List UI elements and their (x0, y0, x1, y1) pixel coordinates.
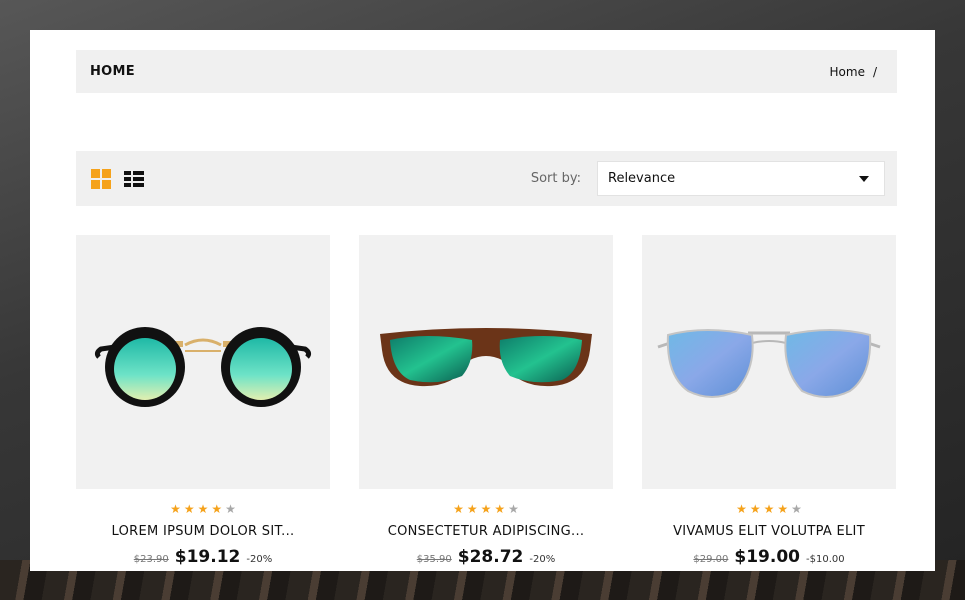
star-icon: ★ (466, 502, 478, 516)
list-view-button[interactable] (123, 168, 145, 190)
aviator-sunglasses-image (657, 329, 881, 398)
price-row: $35.90 $28.72 -20% (359, 547, 613, 567)
star-icon: ★ (197, 502, 209, 516)
rating-stars: ★ ★ ★ ★ ★ (359, 503, 613, 515)
star-empty-icon: ★ (225, 502, 236, 516)
current-price: $28.72 (457, 547, 524, 567)
star-icon: ★ (736, 502, 747, 516)
breadcrumb-separator: / (872, 64, 877, 79)
star-icon: ★ (749, 502, 761, 516)
star-icon: ★ (480, 502, 492, 516)
product-image[interactable] (76, 235, 330, 489)
price-row: $23.90 $19.12 -20% (76, 547, 330, 567)
caret-down-icon (859, 175, 869, 182)
product-card: ★ ★ ★ ★ ★ VIVAMUS ELIT VOLUTPA ELIT $29.… (642, 235, 896, 567)
product-grid: ★ ★ ★ ★ ★ LOREM IPSUM DOLOR SIT... $23.9… (76, 235, 897, 567)
product-card: ★ ★ ★ ★ ★ LOREM IPSUM DOLOR SIT... $23.9… (76, 235, 330, 567)
current-price: $19.00 (734, 547, 800, 567)
discount-badge: -$10.00 (806, 554, 845, 565)
product-image[interactable] (359, 235, 613, 489)
breadcrumb: HOME Home / (76, 50, 897, 93)
star-icon: ★ (170, 502, 181, 516)
sport-sunglasses-image (380, 328, 592, 387)
old-price: $23.90 (133, 554, 169, 565)
list-icon (124, 170, 144, 187)
old-price: $29.00 (693, 554, 729, 565)
star-icon: ★ (777, 502, 789, 516)
star-icon: ★ (183, 502, 195, 516)
old-price: $35.90 (416, 554, 452, 565)
product-name[interactable]: CONSECTETUR ADIPISCING... (359, 524, 613, 539)
star-empty-icon: ★ (508, 502, 519, 516)
product-toolbar: Sort by: Relevance (76, 151, 897, 206)
round-sunglasses-image (94, 327, 312, 407)
star-empty-icon: ★ (791, 502, 802, 516)
rating-stars: ★ ★ ★ ★ ★ (76, 503, 330, 515)
sort-selected-value: Relevance (608, 171, 676, 186)
star-icon: ★ (453, 502, 464, 516)
sort-label: Sort by: (530, 171, 581, 186)
current-price: $19.12 (174, 547, 241, 567)
page-title: HOME (90, 64, 135, 79)
product-image[interactable] (642, 235, 896, 489)
content-panel: HOME Home / Sort by: Relevance ★ ★ ★ ★ ★… (30, 30, 935, 571)
discount-badge: -20% (246, 554, 273, 565)
sort-dropdown[interactable]: Relevance (597, 161, 885, 196)
star-icon: ★ (763, 502, 775, 516)
product-card: ★ ★ ★ ★ ★ CONSECTETUR ADIPISCING... $35.… (359, 235, 613, 567)
rating-stars: ★ ★ ★ ★ ★ (642, 503, 896, 515)
breadcrumb-home-link[interactable]: Home (830, 65, 865, 79)
grid-icon (91, 168, 111, 189)
grid-view-button[interactable] (90, 168, 112, 190)
star-icon: ★ (494, 502, 506, 516)
price-row: $29.00 $19.00 -$10.00 (642, 547, 896, 567)
star-icon: ★ (211, 502, 223, 516)
breadcrumb-trail: Home / (830, 65, 877, 79)
product-name[interactable]: VIVAMUS ELIT VOLUTPA ELIT (642, 524, 896, 539)
discount-badge: -20% (529, 554, 556, 565)
product-name[interactable]: LOREM IPSUM DOLOR SIT... (76, 524, 330, 539)
